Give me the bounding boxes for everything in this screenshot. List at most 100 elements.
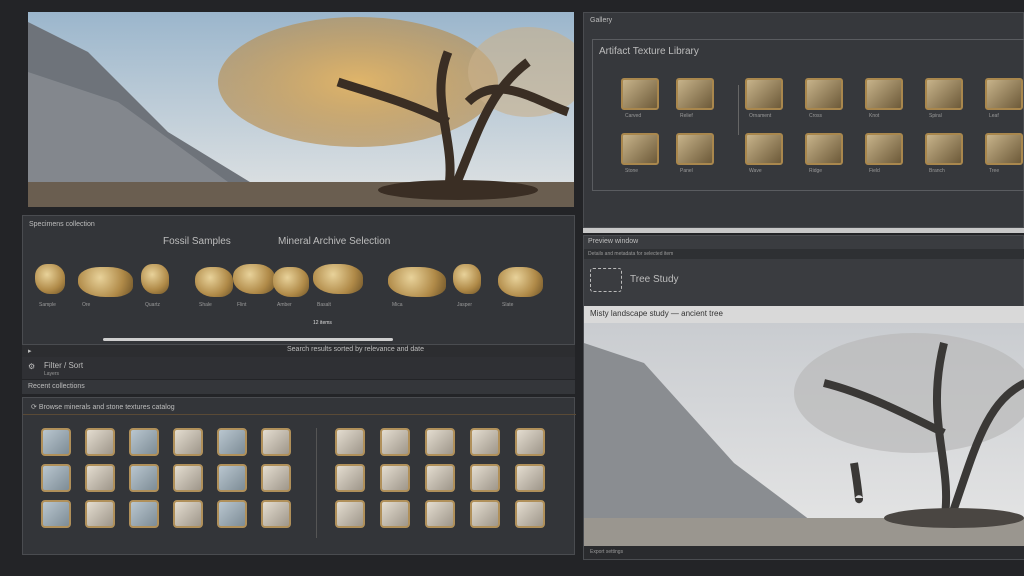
thumbnail-label: Wave (749, 168, 762, 174)
thumbnail-label: Ridge (809, 168, 823, 174)
artifact-thumbnail[interactable] (805, 133, 843, 165)
rock-specimen[interactable] (313, 264, 363, 294)
texture-tile[interactable] (217, 500, 247, 528)
texture-tile[interactable] (335, 500, 365, 528)
texture-tile[interactable] (129, 464, 159, 492)
texture-tile[interactable] (380, 500, 410, 528)
sub-header: Details and metadata for selected item (588, 251, 674, 257)
rock-label: Shale (199, 302, 212, 308)
rock-specimen[interactable] (453, 264, 481, 294)
logo-text: Tree Study (630, 274, 679, 285)
texture-tile[interactable] (85, 500, 115, 528)
rock-label: Basalt (317, 302, 331, 308)
texture-tile[interactable] (470, 500, 500, 528)
artifact-thumbnail[interactable] (925, 78, 963, 110)
rock-specimen[interactable] (195, 267, 233, 297)
section-label: Recent collections (28, 383, 85, 390)
rock-specimen[interactable] (498, 267, 543, 297)
artifact-thumbnail[interactable] (925, 133, 963, 165)
horizontal-scrollbar[interactable] (103, 338, 393, 341)
texture-tile[interactable] (85, 464, 115, 492)
thumbnail-label: Field (869, 168, 880, 174)
filter-button[interactable]: Filter / Sort (44, 361, 83, 370)
texture-tile[interactable] (425, 464, 455, 492)
texture-tile[interactable] (425, 428, 455, 456)
thumbnail-label: Knot (869, 113, 880, 119)
thumbnail-label: Spiral (929, 113, 942, 119)
tools-row: ⚙ Filter / Sort Layers (22, 357, 575, 379)
rock-specimen[interactable] (273, 267, 309, 297)
texture-tile[interactable] (515, 428, 545, 456)
settings-icon[interactable]: ⚙ (28, 362, 35, 371)
texture-tile[interactable] (380, 428, 410, 456)
texture-tile[interactable] (41, 428, 71, 456)
artifact-thumbnail[interactable] (865, 133, 903, 165)
texture-tile[interactable] (173, 500, 203, 528)
preview-image (584, 323, 1024, 546)
texture-tile[interactable] (470, 464, 500, 492)
rock-specimen[interactable] (141, 264, 169, 294)
artifact-thumbnail[interactable] (805, 78, 843, 110)
texture-tile[interactable] (129, 500, 159, 528)
texture-tile[interactable] (173, 428, 203, 456)
grid-divider (316, 428, 317, 538)
title-a: Fossil Samples (163, 236, 231, 247)
panel-header: Gallery (590, 17, 613, 24)
texture-tile[interactable] (261, 428, 291, 456)
thumbnail-label: Cross (809, 113, 823, 119)
title-b: Mineral Archive Selection (278, 236, 391, 247)
artifact-thumbnail[interactable] (985, 133, 1023, 165)
rock-label: Slate (502, 302, 514, 308)
rock-label: Quartz (145, 302, 161, 308)
artifact-thumbnail[interactable] (621, 133, 659, 165)
texture-tile[interactable] (470, 428, 500, 456)
thumbnail-label: Branch (929, 168, 945, 174)
thumbnail-label: Ornament (749, 113, 772, 119)
splitter[interactable] (583, 228, 1024, 233)
specimen-strip-panel: Specimens collection Fossil Samples Mine… (22, 215, 575, 345)
gallery-title: Artifact Texture Library (599, 46, 699, 57)
artifact-thumbnail[interactable] (745, 133, 783, 165)
misty-tree-illustration (584, 323, 1024, 546)
artifact-thumbnail[interactable] (621, 78, 659, 110)
thumbnail-label: Carved (625, 113, 642, 119)
texture-tile[interactable] (129, 428, 159, 456)
artifact-thumbnail[interactable] (865, 78, 903, 110)
texture-tile[interactable] (173, 464, 203, 492)
rock-specimen[interactable] (388, 267, 446, 297)
footer-text: Export settings (590, 549, 624, 555)
texture-tile[interactable] (217, 464, 247, 492)
panel-header: Preview window (588, 238, 639, 245)
panel-header: ⟳ Browse minerals and stone textures cat… (31, 404, 175, 411)
texture-tile[interactable] (41, 464, 71, 492)
image-caption: Misty landscape study — ancient tree (590, 309, 723, 318)
rock-specimen[interactable] (35, 264, 65, 294)
status-bar: ▸ Search results sorted by relevance and… (22, 345, 575, 357)
section-label-row: Recent collections (22, 380, 575, 394)
rock-label: Ore (82, 302, 91, 308)
artifact-thumbnail[interactable] (745, 78, 783, 110)
texture-tile[interactable] (425, 500, 455, 528)
texture-tile[interactable] (85, 428, 115, 456)
texture-grid-panel: ⟳ Browse minerals and stone textures cat… (22, 397, 576, 555)
landscape-image (28, 12, 574, 207)
texture-tile[interactable] (217, 428, 247, 456)
tree-logo-icon (590, 268, 622, 292)
texture-tile[interactable] (380, 464, 410, 492)
artifact-thumbnail[interactable] (676, 78, 714, 110)
refresh-icon[interactable]: ⟳ (31, 404, 39, 411)
rock-specimen[interactable] (78, 267, 133, 297)
panel-header: Specimens collection (29, 221, 95, 228)
artifact-thumbnail[interactable] (985, 78, 1023, 110)
rock-specimen[interactable] (233, 264, 275, 294)
texture-tile[interactable] (41, 500, 71, 528)
texture-tile[interactable] (261, 464, 291, 492)
rock-label: Amber (277, 302, 292, 308)
texture-tile[interactable] (261, 500, 291, 528)
texture-tile[interactable] (335, 428, 365, 456)
rock-label: Flint (237, 302, 247, 308)
texture-tile[interactable] (515, 500, 545, 528)
artifact-thumbnail[interactable] (676, 133, 714, 165)
texture-tile[interactable] (515, 464, 545, 492)
texture-tile[interactable] (335, 464, 365, 492)
